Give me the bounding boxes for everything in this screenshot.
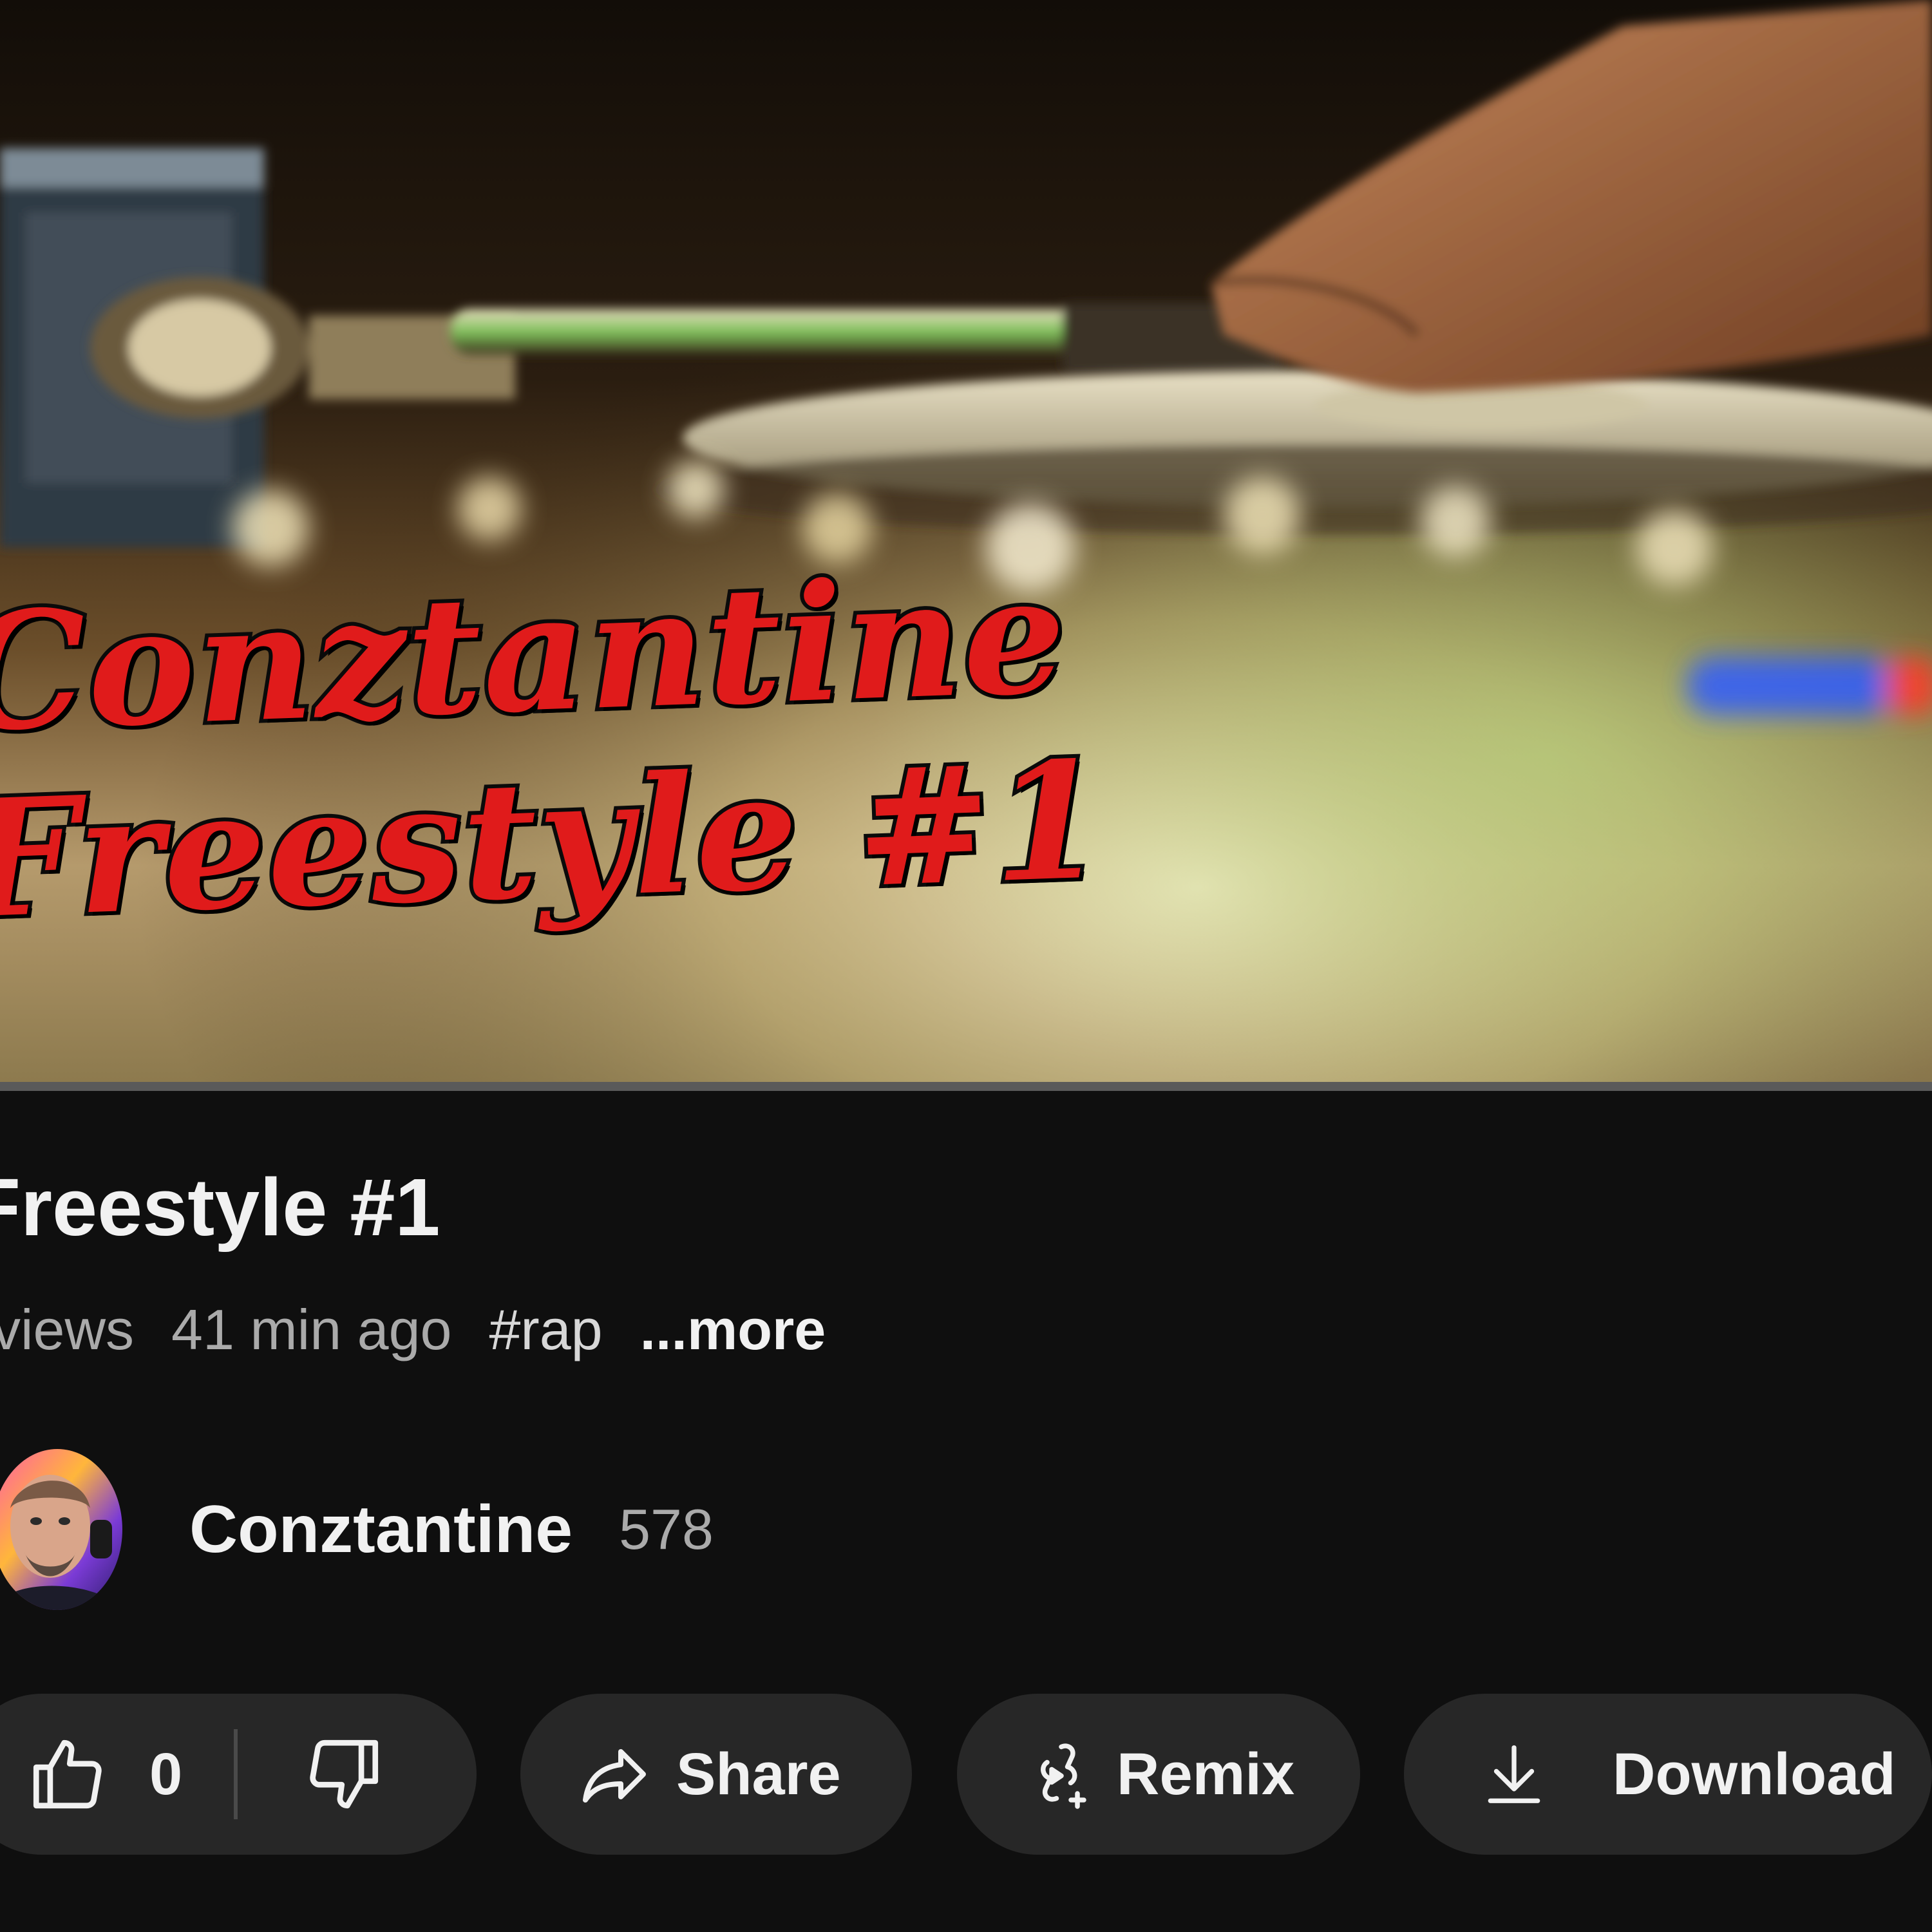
hashtag-link[interactable]: #rap — [489, 1294, 602, 1365]
share-arrow-icon — [583, 1749, 646, 1803]
like-count: 0 — [149, 1741, 183, 1807]
video-watch-screen: Conztantine Freestyle #1 Freestyle #1 vi… — [0, 0, 1932, 1932]
video-title[interactable]: Freestyle #1 — [0, 1159, 440, 1256]
video-overlay-title: Conztantine Freestyle #1 — [0, 536, 1113, 958]
like-dislike-group: 0 — [0, 1694, 477, 1855]
video-player[interactable]: Conztantine Freestyle #1 — [0, 0, 1932, 1082]
channel-name[interactable]: Conztantine — [189, 1492, 573, 1568]
thumbs-up-icon[interactable] — [26, 1732, 109, 1816]
channel-avatar[interactable] — [0, 1449, 122, 1610]
remix-icon — [1041, 1743, 1086, 1809]
remix-label: Remix — [1117, 1741, 1295, 1807]
video-meta-row[interactable]: views 41 min ago #rap ...more — [0, 1294, 826, 1365]
view-count: views — [0, 1298, 135, 1361]
channel-row[interactable]: Conztantine 578 — [0, 1449, 714, 1610]
thumbs-down-icon[interactable] — [302, 1732, 386, 1816]
like-divider — [234, 1729, 238, 1819]
more-link[interactable]: ...more — [640, 1294, 826, 1365]
share-label: Share — [676, 1741, 841, 1807]
avatar-portrait — [0, 1449, 122, 1610]
download-label: Download — [1613, 1741, 1896, 1807]
subscriber-count: 578 — [619, 1497, 714, 1561]
video-progress-bar[interactable] — [0, 1082, 1932, 1091]
overlay-title-line2: Freestyle #1 — [0, 721, 1113, 958]
remix-button[interactable]: Remix — [957, 1694, 1360, 1855]
upload-time: 41 min ago — [171, 1298, 452, 1361]
download-icon — [1488, 1745, 1540, 1803]
share-button[interactable]: Share — [520, 1694, 912, 1855]
download-button[interactable]: Download — [1404, 1694, 1932, 1855]
action-bar: 0 Share Remix Download — [0, 1694, 1932, 1855]
